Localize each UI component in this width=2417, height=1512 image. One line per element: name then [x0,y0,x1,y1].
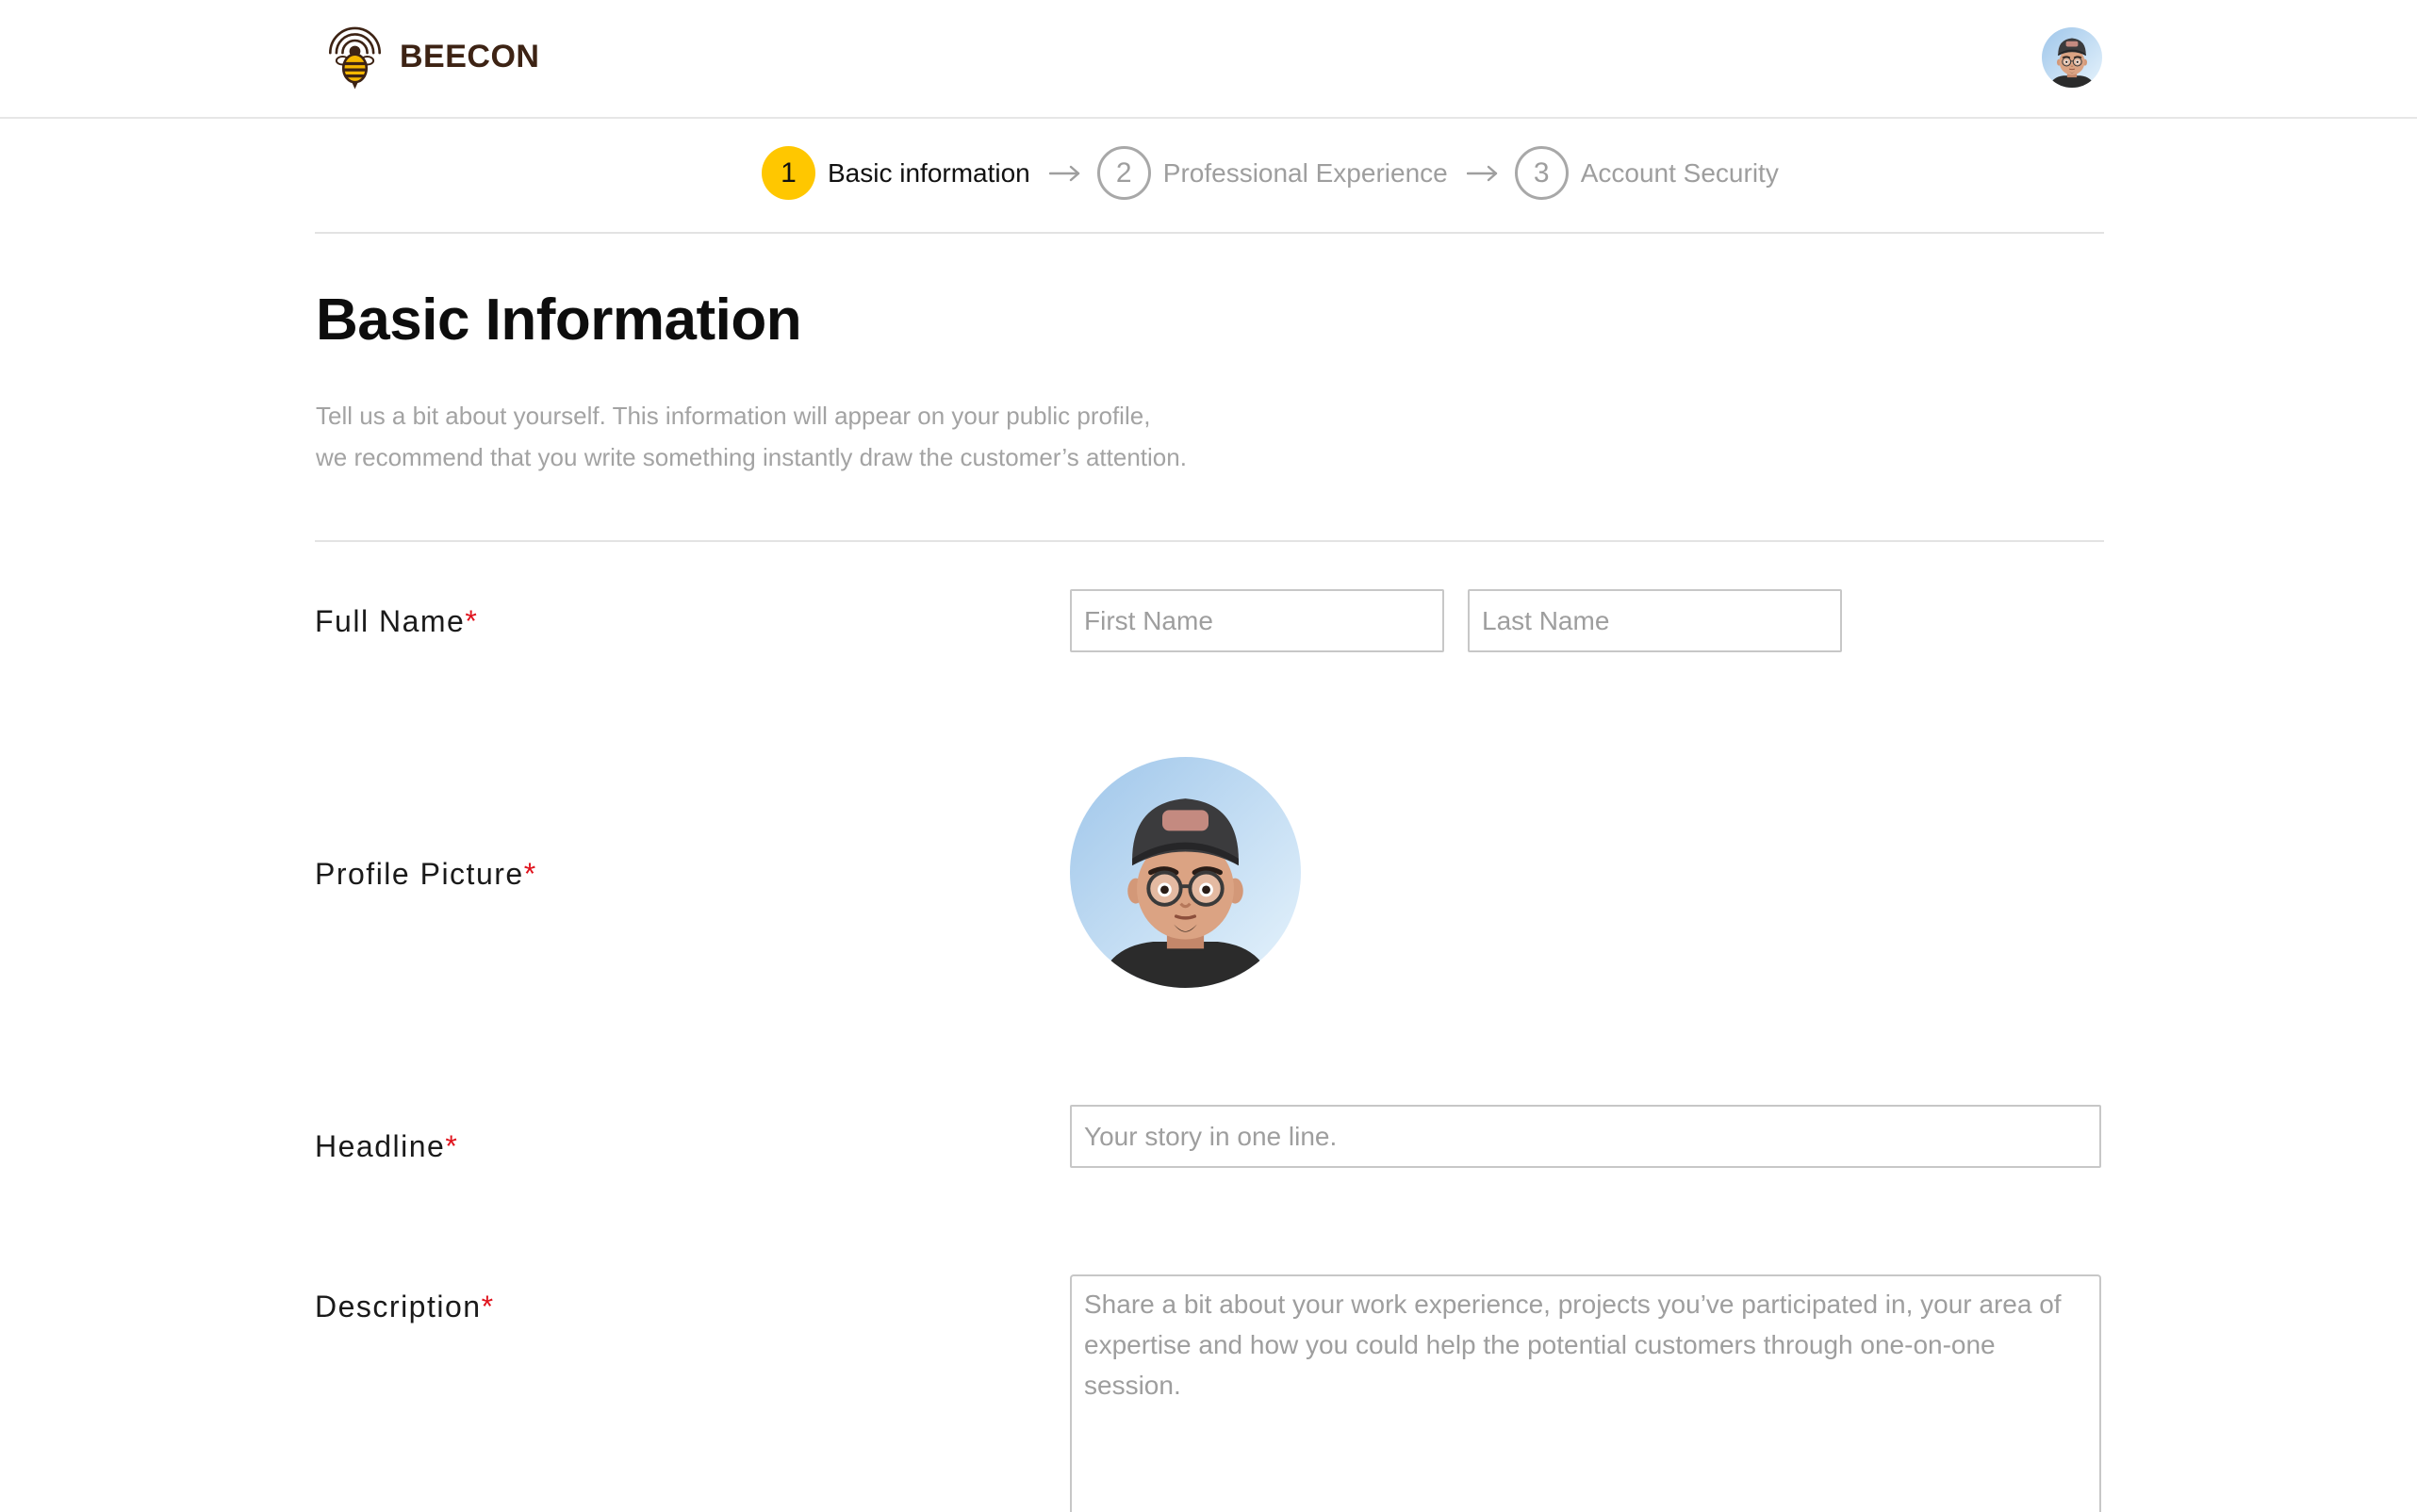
step-basic-information[interactable]: 1 Basic information [762,146,1030,200]
required-mark: * [445,1129,459,1163]
headline-label: Headline* [315,1127,458,1165]
step-label: Basic information [828,157,1030,188]
headline-label-text: Headline [315,1129,446,1163]
full-name-label-text: Full Name [315,604,466,638]
stepper-divider [315,232,2104,234]
page-title: Basic Information [316,288,802,353]
step-number-badge: 3 [1514,146,1569,200]
step-account-security[interactable]: 3 Account Security [1514,146,1779,200]
step-professional-experience[interactable]: 2 Professional Experience [1096,146,1448,200]
brand-name[interactable]: BEECON [400,38,539,75]
required-mark: * [523,857,537,891]
required-mark: * [465,604,479,638]
memoji-avatar-icon [2042,27,2102,88]
last-name-input[interactable] [1468,589,1842,652]
progress-stepper: 1 Basic information 2 Professional Exper… [762,146,1779,200]
profile-picture-label: Profile Picture* [315,855,537,893]
memoji-avatar-icon [1070,757,1301,988]
arrow-right-icon [1466,165,1497,181]
full-name-label: Full Name* [315,602,478,640]
arrow-right-icon [1048,165,1079,181]
description-textarea[interactable] [1070,1274,2101,1512]
description-label: Description* [315,1288,495,1325]
step-number-badge: 2 [1096,146,1151,200]
bee-logo-icon [329,26,381,90]
profile-picture-upload[interactable] [1070,757,1301,988]
step-number-badge: 1 [762,146,815,200]
headline-input[interactable] [1070,1105,2101,1168]
page-intro: Tell us a bit about yourself. This infor… [316,395,1187,478]
step-label: Professional Experience [1162,157,1448,188]
brand-logo[interactable] [327,24,383,91]
profile-picture-label-text: Profile Picture [315,857,524,891]
required-mark: * [481,1290,495,1323]
description-label-text: Description [315,1290,482,1323]
intro-line: we recommend that you write something in… [316,443,1187,471]
step-label: Account Security [1580,157,1779,188]
intro-line: Tell us a bit about yourself. This infor… [316,402,1151,430]
first-name-input[interactable] [1070,589,1444,652]
top-header: BEECON [0,0,2417,119]
user-avatar[interactable] [2042,27,2102,88]
section-divider [315,540,2104,542]
